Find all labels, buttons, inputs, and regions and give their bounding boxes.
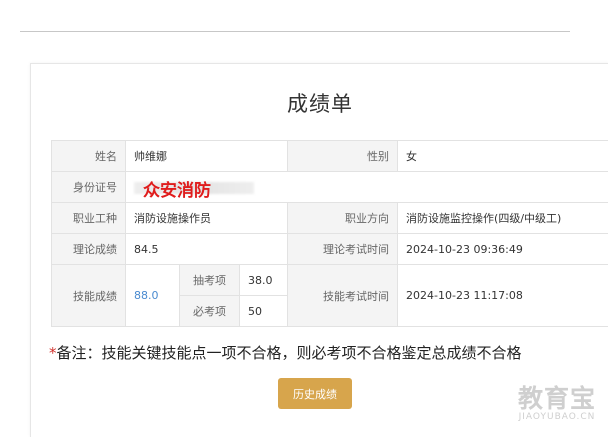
name-label: 姓名 xyxy=(52,141,126,172)
theory-time-value: 2024-10-23 09:36:49 xyxy=(398,234,608,265)
job-direction-label: 职业方向 xyxy=(288,203,398,234)
table-row: 技能成绩 88.0 抽考项 38.0 技能考试时间 2024-10-23 11:… xyxy=(52,265,608,296)
sample-item-label: 抽考项 xyxy=(180,265,240,296)
page-title: 成绩单 xyxy=(31,88,608,118)
name-value: 帅维娜 xyxy=(126,141,288,172)
grade-card: 成绩单 姓名 帅维娜 性别 女 身份证号 职业工种 消防设施操作员 职业方向 消… xyxy=(30,63,608,437)
skill-score-value: 88.0 xyxy=(126,265,180,327)
skill-score-label: 技能成绩 xyxy=(52,265,126,327)
skill-time-value: 2024-10-23 11:17:08 xyxy=(398,265,608,327)
note-body: 备注：技能关键技能点一项不合格，则必考项不合格鉴定总成绩不合格 xyxy=(57,344,522,362)
gender-label: 性别 xyxy=(288,141,398,172)
overlay-watermark-text: 众安消防 xyxy=(143,176,211,201)
table-row: 身份证号 xyxy=(52,172,608,203)
history-scores-button[interactable]: 历史成绩 xyxy=(278,378,352,409)
table-row: 姓名 帅维娜 性别 女 xyxy=(52,141,608,172)
job-direction-value: 消防设施监控操作(四级/中级工) xyxy=(398,203,608,234)
grade-table: 姓名 帅维娜 性别 女 身份证号 职业工种 消防设施操作员 职业方向 消防设施监… xyxy=(51,140,608,327)
theory-score-value: 84.5 xyxy=(126,234,288,265)
logo-sub-text: JIAOYUBAO.CN xyxy=(518,412,596,422)
site-watermark-logo: 教育宝 JIAOYUBAO.CN xyxy=(518,386,596,422)
logo-main-text: 教育宝 xyxy=(518,386,596,412)
note-text: *备注：技能关键技能点一项不合格，则必考项不合格鉴定总成绩不合格 xyxy=(49,342,522,363)
required-item-value: 50 xyxy=(240,296,288,327)
sample-item-value: 38.0 xyxy=(240,265,288,296)
table-row: 理论成绩 84.5 理论考试时间 2024-10-23 09:36:49 xyxy=(52,234,608,265)
required-item-label: 必考项 xyxy=(180,296,240,327)
table-row: 职业工种 消防设施操作员 职业方向 消防设施监控操作(四级/中级工) xyxy=(52,203,608,234)
job-type-value: 消防设施操作员 xyxy=(126,203,288,234)
required-star: * xyxy=(49,344,57,362)
theory-score-label: 理论成绩 xyxy=(52,234,126,265)
top-divider xyxy=(20,31,570,32)
gender-value: 女 xyxy=(398,141,608,172)
job-type-label: 职业工种 xyxy=(52,203,126,234)
theory-time-label: 理论考试时间 xyxy=(288,234,398,265)
id-number-label: 身份证号 xyxy=(52,172,126,203)
skill-time-label: 技能考试时间 xyxy=(288,265,398,327)
